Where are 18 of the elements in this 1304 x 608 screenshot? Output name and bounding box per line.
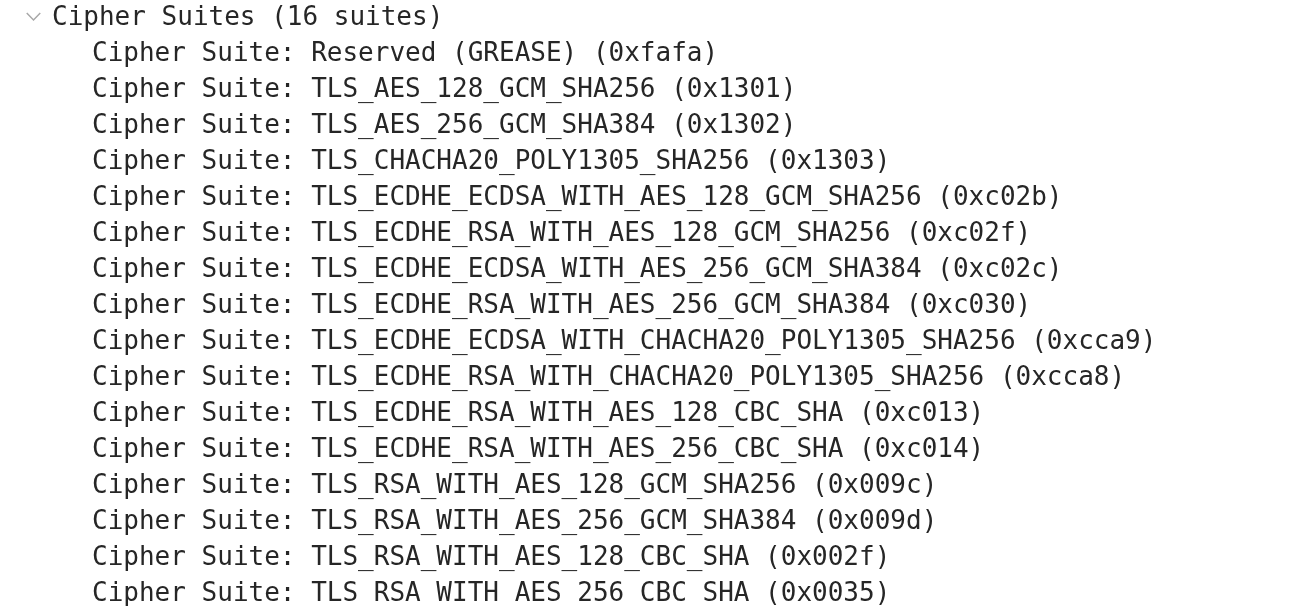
- tree-item-label[interactable]: Cipher Suite: TLS_RSA_WITH_AES_128_GCM_SHA256 (0x009c): [92, 466, 938, 502]
- tree-item-label[interactable]: Cipher Suite: TLS_RSA_WITH_AES_256_GCM_SHA384 (0x009d): [92, 502, 938, 538]
- tree-item-label[interactable]: Cipher Suites (16 suites): [52, 0, 444, 34]
- tree-item-label[interactable]: Cipher Suite: TLS_AES_128_GCM_SHA256 (0x1301): [92, 70, 797, 106]
- tree-item-label[interactable]: Cipher Suite: Reserved (GREASE) (0xfafa): [92, 34, 719, 70]
- tree-item-label[interactable]: Cipher Suite: TLS_ECDHE_RSA_WITH_AES_256_GCM_SHA384 (0xc030): [92, 286, 1032, 322]
- tree-item-label[interactable]: Cipher Suite: TLS_ECDHE_ECDSA_WITH_AES_256_GCM_SHA384 (0xc02c): [92, 250, 1063, 286]
- tree-item-label[interactable]: Cipher Suite: TLS_ECDHE_ECDSA_WITH_AES_128_GCM_SHA256 (0xc02b): [92, 178, 1063, 214]
- tree-item-label[interactable]: Cipher Suite: TLS_CHACHA20_POLY1305_SHA256 (0x1303): [92, 142, 891, 178]
- tree-item-label[interactable]: Cipher Suite: TLS_ECDHE_RSA_WITH_AES_256_CBC_SHA (0xc014): [92, 430, 985, 466]
- tree-item-label[interactable]: Cipher Suite: TLS_ECDHE_ECDSA_WITH_CHACHA20_POLY1305_SHA256 (0xcca9): [92, 322, 1157, 358]
- chevron-down-icon[interactable]: [26, 11, 41, 21]
- tree-item-label[interactable]: Cipher Suite: TLS_RSA_WITH_AES_256_CBC_SHA (0x0035): [92, 574, 891, 606]
- tree-item-label[interactable]: Cipher Suite: TLS_RSA_WITH_AES_128_CBC_SHA (0x002f): [92, 538, 891, 574]
- tree-item-label[interactable]: Cipher Suite: TLS_AES_256_GCM_SHA384 (0x1302): [92, 106, 797, 142]
- tree-item-label[interactable]: Cipher Suite: TLS_ECDHE_RSA_WITH_CHACHA20_POLY1305_SHA256 (0xcca8): [92, 358, 1126, 394]
- tree-item-label[interactable]: Cipher Suite: TLS_ECDHE_RSA_WITH_AES_128_GCM_SHA256 (0xc02f): [92, 214, 1032, 250]
- tree-item-label[interactable]: Cipher Suite: TLS_ECDHE_RSA_WITH_AES_128_CBC_SHA (0xc013): [92, 394, 985, 430]
